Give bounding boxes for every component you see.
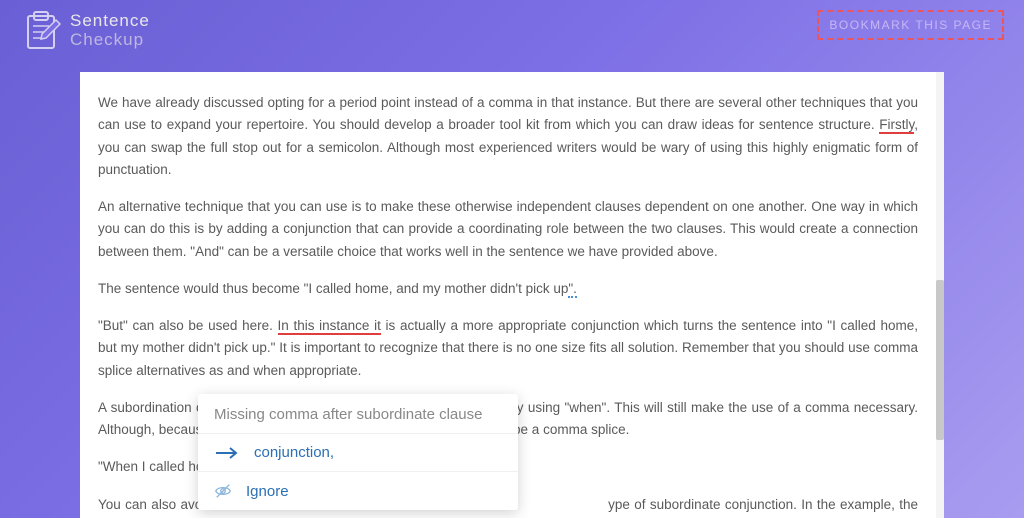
- suggestion-tooltip: Missing comma after subordinate clause c…: [198, 394, 518, 510]
- error-underline-red[interactable]: In this instance it: [278, 318, 381, 335]
- suggestion-text: conjunction,: [254, 444, 334, 461]
- error-underline-blue[interactable]: ".: [568, 281, 577, 298]
- apply-suggestion-button[interactable]: conjunction,: [198, 434, 518, 471]
- paragraph: We have already discussed opting for a p…: [98, 92, 918, 181]
- paragraph: The sentence would thus become "I called…: [98, 278, 918, 300]
- brand-line2: Checkup: [70, 31, 150, 50]
- paragraph: An alternative technique that you can us…: [98, 196, 918, 263]
- arrow-right-icon: [214, 446, 240, 460]
- error-underline-red[interactable]: Firstly: [879, 117, 914, 134]
- clipboard-icon: [20, 10, 62, 52]
- app-header: Sentence Checkup BOOKMARK THIS PAGE: [0, 0, 1024, 72]
- scrollbar-thumb[interactable]: [936, 280, 944, 440]
- paragraph: "But" can also be used here. In this ins…: [98, 315, 918, 382]
- ignore-label: Ignore: [246, 483, 289, 500]
- bookmark-button[interactable]: BOOKMARK THIS PAGE: [817, 10, 1004, 40]
- brand-name: Sentence Checkup: [70, 12, 150, 49]
- ignore-button[interactable]: Ignore: [198, 471, 518, 510]
- tooltip-title: Missing comma after subordinate clause: [198, 394, 518, 433]
- brand-logo[interactable]: Sentence Checkup: [20, 10, 150, 52]
- eye-off-icon: [214, 482, 232, 500]
- brand-line1: Sentence: [70, 12, 150, 31]
